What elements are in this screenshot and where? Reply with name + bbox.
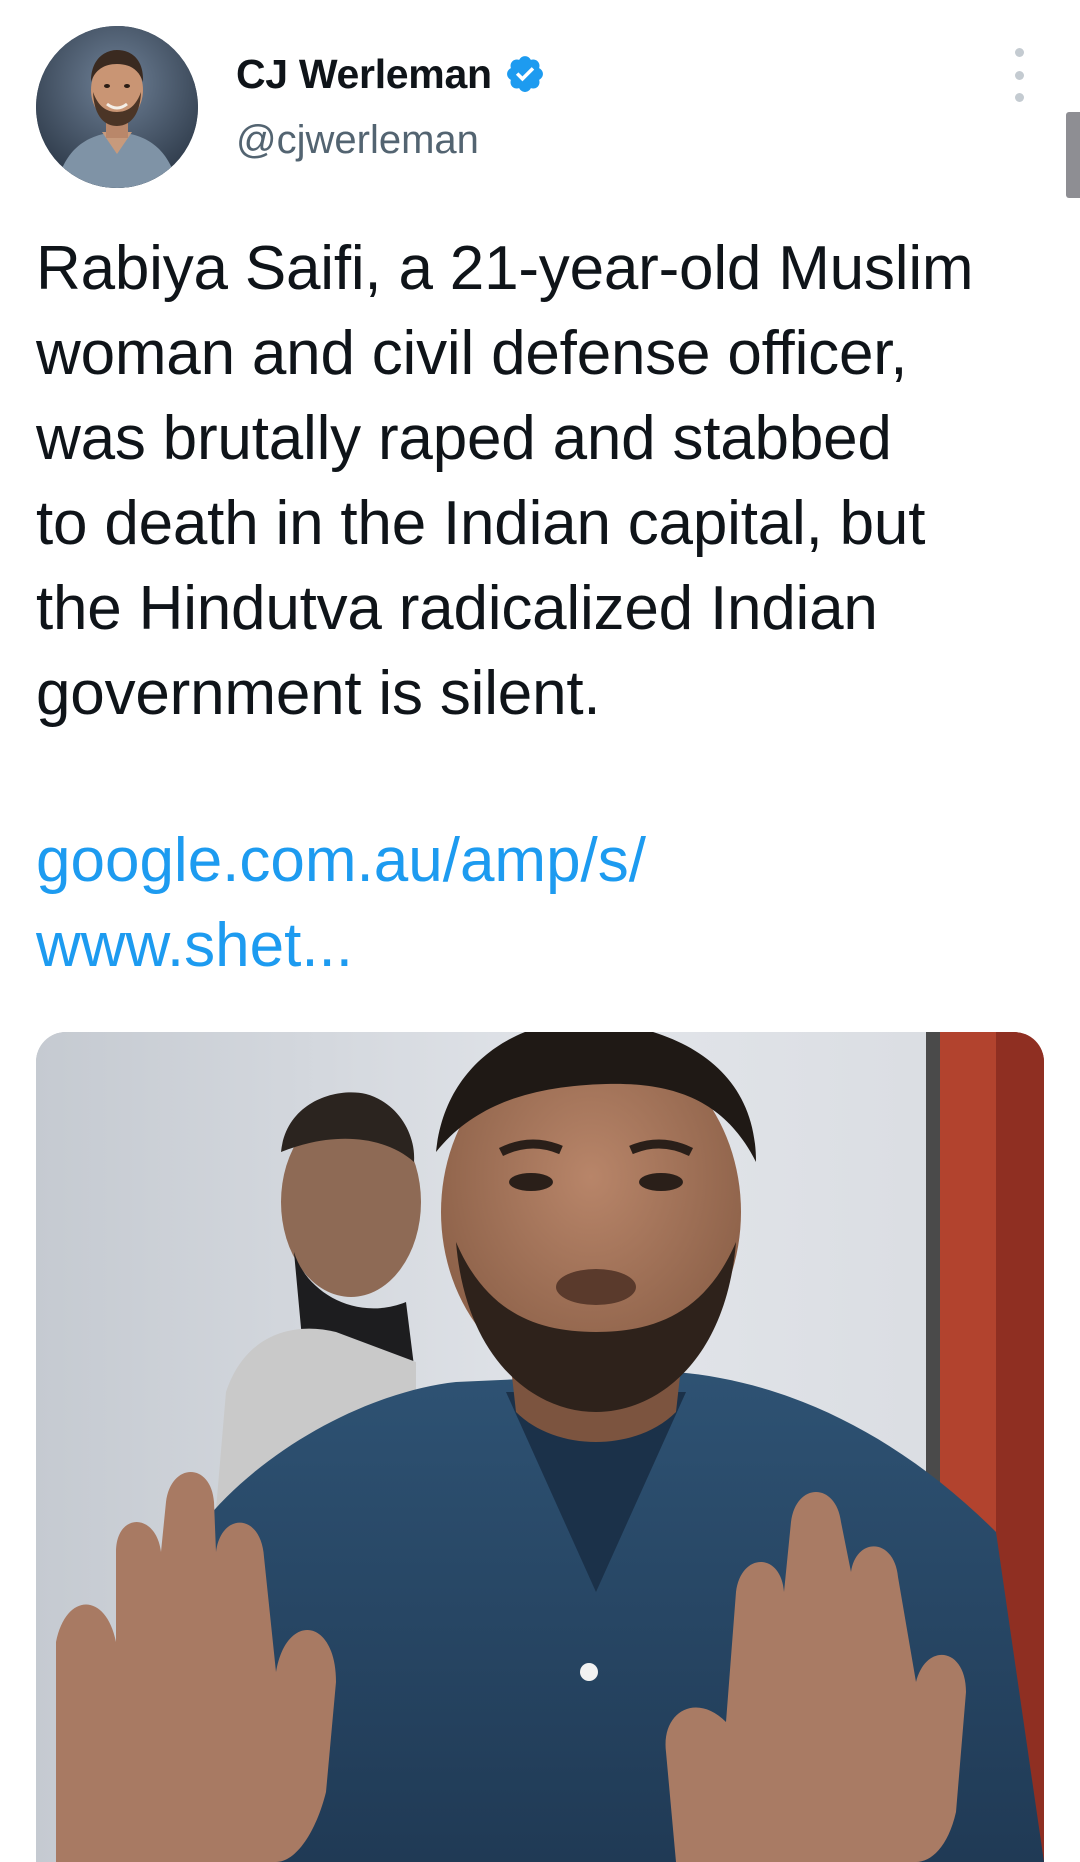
verified-badge-icon	[504, 53, 546, 95]
tweet-text-line: Rabiya Saifi, a 21-year-old Muslim	[36, 234, 974, 303]
scrollbar-thumb[interactable]	[1066, 112, 1080, 198]
display-name[interactable]: CJ Werleman	[236, 51, 492, 98]
more-vertical-icon	[1014, 48, 1024, 57]
tweet-link-line: google.com.au/amp/s/	[36, 826, 647, 895]
author-name-row[interactable]: CJ Werleman	[236, 44, 546, 104]
tweet: CJ Werleman @cjwerleman Rabiya Saifi, a …	[0, 0, 1080, 1862]
tweet-text-line: was brutally raped and stabbed	[36, 404, 892, 473]
tweet-text-line: government is silent.	[36, 659, 601, 728]
more-options-button[interactable]	[1004, 48, 1034, 102]
tweet-text-line: to death in the Indian capital, but	[36, 489, 926, 558]
tweet-link[interactable]: google.com.au/amp/s/ www.shet...	[36, 818, 836, 988]
media-photo	[36, 1032, 1044, 1862]
tweet-text-line: woman and civil defense officer,	[36, 319, 908, 388]
author-avatar[interactable]	[36, 26, 198, 188]
tweet-text-line: the Hindutva radicalized Indian	[36, 574, 878, 643]
more-vertical-icon-dot	[1014, 70, 1024, 80]
tweet-text: Rabiya Saifi, a 21-year-old Muslim woman…	[36, 226, 1056, 736]
more-vertical-icon-dot	[1014, 93, 1024, 102]
author-handle[interactable]: @cjwerleman	[236, 118, 479, 163]
tweet-media-image[interactable]	[36, 1032, 1044, 1862]
tweet-link-line: www.shet...	[36, 911, 353, 980]
avatar-photo	[36, 26, 198, 188]
